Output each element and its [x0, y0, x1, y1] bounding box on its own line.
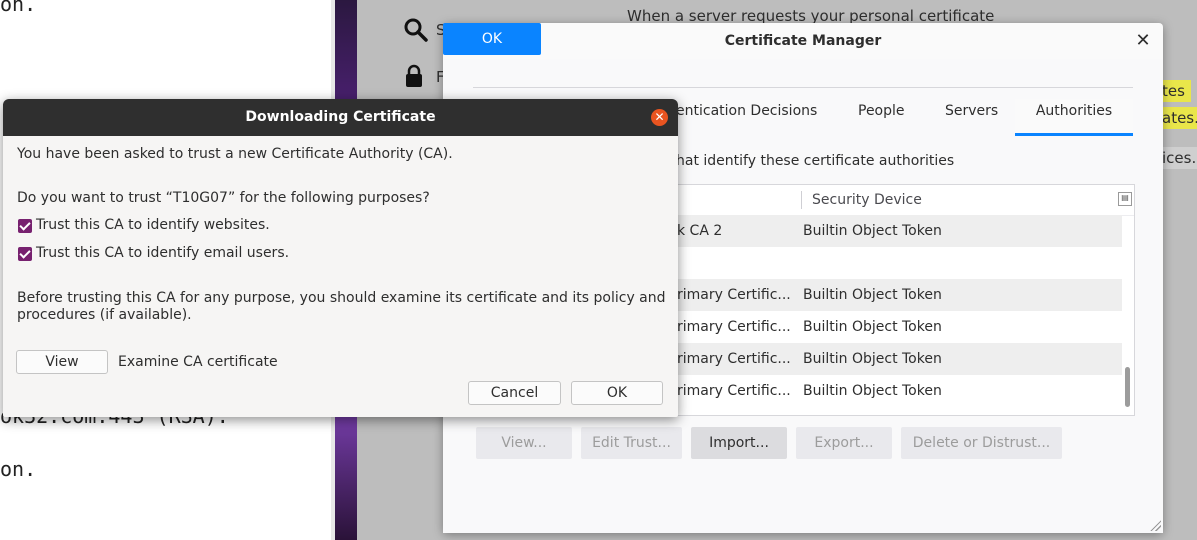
trust-websites-label[interactable]: Trust this CA to identify websites.: [36, 217, 270, 233]
trust-email-label[interactable]: Trust this CA to identify email users.: [36, 245, 289, 261]
export-button[interactable]: Export...: [796, 427, 892, 459]
cert-name: rimary Certific...: [677, 287, 791, 303]
trust-websites-checkbox[interactable]: [18, 219, 32, 233]
tab-authorities[interactable]: Authorities: [1015, 99, 1133, 136]
cert-device: Builtin Object Token: [803, 351, 942, 367]
trust-email-checkbox[interactable]: [18, 247, 32, 261]
edit-trust-button[interactable]: Edit Trust...: [581, 427, 682, 459]
view-button[interactable]: View...: [476, 427, 572, 459]
cert-device: Builtin Object Token: [803, 319, 942, 335]
dialog-title: Downloading Certificate: [245, 109, 436, 125]
column-header-security-device[interactable]: Security Device: [812, 185, 922, 215]
import-button[interactable]: Import...: [691, 427, 787, 459]
cert-device: Builtin Object Token: [803, 287, 942, 303]
tab-servers[interactable]: Servers: [945, 99, 998, 133]
cert-device: Builtin Object Token: [803, 383, 942, 399]
terminal-line: on.: [0, 457, 37, 481]
close-icon[interactable]: ✕: [1131, 29, 1155, 53]
tab-people[interactable]: People: [858, 99, 905, 133]
tab-description: hat identify these certificate authoriti…: [676, 153, 955, 169]
warning-text: Before trusting this CA for any purpose,…: [17, 290, 666, 306]
delete-or-distrust-button[interactable]: Delete or Distrust...: [901, 427, 1062, 459]
examine-label: Examine CA certificate: [118, 354, 278, 370]
tab-authentication-decisions[interactable]: entication Decisions: [676, 99, 817, 133]
tab-divider: [473, 87, 1133, 88]
close-icon[interactable]: ✕: [651, 109, 668, 126]
view-ca-button[interactable]: View: [16, 350, 108, 374]
column-picker-icon[interactable]: ▤: [1118, 192, 1132, 206]
intro-text: You have been asked to trust a new Certi…: [17, 146, 453, 162]
dialog-title: Certificate Manager: [724, 33, 882, 49]
column-separator[interactable]: [801, 191, 802, 209]
cert-name: rimary Certific...: [677, 383, 791, 399]
cert-name: rimary Certific...: [677, 351, 791, 367]
downloading-certificate-dialog: Downloading Certificate ✕ You have been …: [3, 99, 678, 417]
cancel-button[interactable]: Cancel: [468, 381, 561, 405]
ok-button[interactable]: OK: [571, 381, 663, 405]
cert-device: Builtin Object Token: [803, 223, 942, 239]
search-icon: [404, 18, 428, 42]
resize-grip-icon[interactable]: [1149, 519, 1161, 531]
cert-name: rimary Certific...: [677, 319, 791, 335]
terminal-line: on.: [0, 0, 37, 16]
vertical-scrollbar[interactable]: [1125, 367, 1130, 407]
warning-text: procedures (if available).: [17, 307, 192, 323]
lock-icon: [406, 64, 422, 87]
cert-name: k CA 2: [677, 223, 723, 239]
question-text: Do you want to trust “T10G07” for the fo…: [17, 190, 430, 206]
